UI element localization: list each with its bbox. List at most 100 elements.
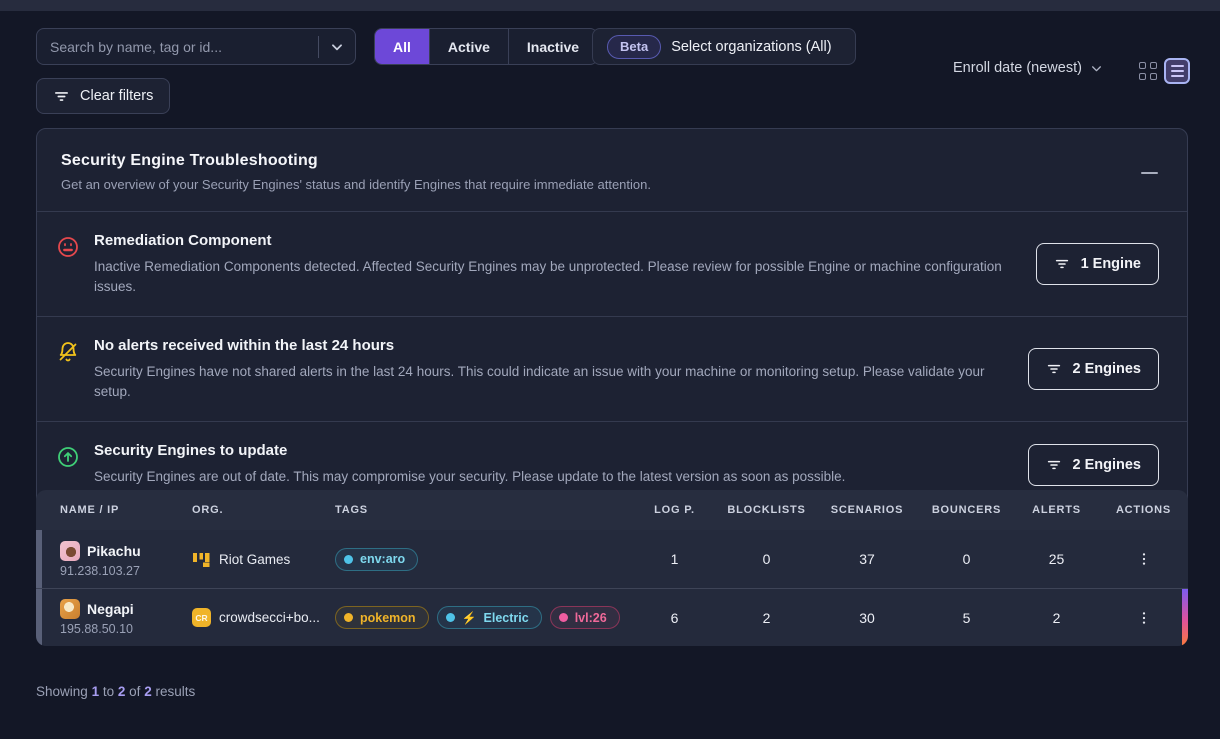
col-org: ORG. bbox=[192, 504, 335, 516]
engine-count-label: 2 Engines bbox=[1073, 457, 1142, 473]
search-input[interactable] bbox=[37, 39, 318, 55]
engine-ip: 91.238.103.27 bbox=[60, 564, 192, 578]
row-actions-menu[interactable] bbox=[1099, 551, 1188, 567]
troubleshooting-header: Security Engine Troubleshooting Get an o… bbox=[37, 129, 1187, 211]
col-bouncers: BOUNCERS bbox=[919, 504, 1014, 516]
organizations-selector[interactable]: Beta Select organizations (All) bbox=[592, 28, 856, 65]
summary-text: Showing bbox=[36, 684, 88, 699]
minus-icon bbox=[1141, 172, 1158, 175]
filter-icon bbox=[1054, 256, 1070, 272]
col-scenarios: SCENARIOS bbox=[815, 504, 919, 516]
col-name-ip: NAME / IP bbox=[60, 504, 192, 516]
org-name: crowdsecci+bo... bbox=[219, 610, 320, 625]
row-actions-menu[interactable] bbox=[1099, 610, 1188, 626]
col-alerts: ALERTS bbox=[1014, 504, 1099, 516]
bell-off-icon bbox=[56, 340, 80, 364]
org-name: Riot Games bbox=[219, 552, 290, 567]
alerts-value: 2 bbox=[1014, 610, 1099, 626]
grid-view-icon[interactable] bbox=[1139, 62, 1157, 80]
tag-dot bbox=[344, 613, 353, 622]
engine-ip: 195.88.50.10 bbox=[60, 622, 192, 636]
kebab-menu-icon bbox=[1136, 610, 1152, 626]
beta-badge: Beta bbox=[607, 35, 661, 59]
arrow-up-circle-icon bbox=[56, 445, 80, 469]
riot-games-logo bbox=[192, 550, 211, 569]
table-row[interactable]: Pikachu 91.238.103.27 Riot Games env:aro… bbox=[36, 530, 1188, 588]
tag-pill: pokemon bbox=[335, 606, 429, 629]
kebab-menu-icon bbox=[1136, 551, 1152, 567]
log-p-value: 6 bbox=[631, 610, 718, 626]
summary-to: 2 bbox=[118, 684, 126, 699]
top-accent-bar bbox=[0, 0, 1220, 11]
clear-filters-label: Clear filters bbox=[80, 88, 153, 104]
sort-label: Enroll date (newest) bbox=[953, 60, 1082, 76]
blocklists-value: 0 bbox=[718, 551, 815, 567]
engines-dashboard: All Active Inactive Beta Select organiza… bbox=[0, 0, 1220, 739]
alert-description: Inactive Remediation Components detected… bbox=[94, 257, 1006, 296]
tab-inactive[interactable]: Inactive bbox=[509, 29, 597, 64]
lightning-bolt-icon: ⚡ bbox=[462, 611, 477, 625]
status-filter-tabs: All Active Inactive bbox=[374, 28, 598, 65]
tag-dot bbox=[344, 555, 353, 564]
engine-count-label: 2 Engines bbox=[1073, 361, 1142, 377]
tag-dot bbox=[446, 613, 455, 622]
org-badge: CR bbox=[192, 608, 211, 627]
panel-title: Security Engine Troubleshooting bbox=[61, 152, 1159, 170]
engine-avatar bbox=[60, 599, 80, 619]
alert-title: Remediation Component bbox=[94, 232, 1006, 249]
summary-from: 1 bbox=[92, 684, 100, 699]
tag-dot bbox=[559, 613, 568, 622]
collapse-panel-button[interactable] bbox=[1141, 166, 1159, 180]
table-row[interactable]: Negapi 195.88.50.10 CR crowdsecci+bo... … bbox=[36, 588, 1188, 646]
blocklists-value: 2 bbox=[718, 610, 815, 626]
tab-active[interactable]: Active bbox=[430, 29, 509, 64]
tag-pill: lvl:26 bbox=[550, 606, 620, 629]
tag-label: Electric bbox=[484, 611, 529, 625]
col-blocklists: BLOCKLISTS bbox=[718, 504, 815, 516]
tag-pill: env:aro bbox=[335, 548, 418, 571]
list-view-icon[interactable] bbox=[1164, 58, 1190, 84]
engine-count-label: 1 Engine bbox=[1081, 256, 1141, 272]
troubleshooting-panel: Security Engine Troubleshooting Get an o… bbox=[36, 128, 1188, 508]
engine-name: Pikachu bbox=[87, 543, 141, 559]
bouncers-value: 5 bbox=[919, 610, 1014, 626]
log-p-value: 1 bbox=[631, 551, 718, 567]
filter-icon bbox=[1046, 361, 1062, 377]
col-log-p: LOG P. bbox=[631, 504, 718, 516]
engine-name: Negapi bbox=[87, 601, 134, 617]
summary-text: of bbox=[129, 684, 140, 699]
col-actions: ACTIONS bbox=[1099, 504, 1188, 516]
chevron-down-icon bbox=[330, 40, 344, 54]
summary-total: 2 bbox=[144, 684, 152, 699]
alert-title: No alerts received within the last 24 ho… bbox=[94, 337, 1006, 354]
col-tags: TAGS bbox=[335, 504, 631, 516]
sort-dropdown[interactable]: Enroll date (newest) bbox=[953, 60, 1103, 76]
tag-label: lvl:26 bbox=[575, 611, 607, 625]
panel-subtitle: Get an overview of your Security Engines… bbox=[61, 177, 1159, 192]
table-header: NAME / IP ORG. TAGS LOG P. BLOCKLISTS SC… bbox=[36, 490, 1188, 530]
alert-description: Security Engines have not shared alerts … bbox=[94, 362, 1006, 401]
clear-filters-button[interactable]: Clear filters bbox=[36, 78, 170, 114]
scenarios-value: 30 bbox=[815, 610, 919, 626]
summary-text: to bbox=[103, 684, 114, 699]
tag-label: pokemon bbox=[360, 611, 416, 625]
alert-title: Security Engines to update bbox=[94, 442, 1006, 459]
engines-table: NAME / IP ORG. TAGS LOG P. BLOCKLISTS SC… bbox=[36, 490, 1188, 646]
filter-icon bbox=[53, 88, 70, 105]
bouncers-value: 0 bbox=[919, 551, 1014, 567]
alert-remediation-component: Remediation Component Inactive Remediati… bbox=[37, 211, 1187, 316]
search-box bbox=[36, 28, 356, 65]
tab-all[interactable]: All bbox=[375, 29, 430, 64]
filter-engines-button[interactable]: 1 Engine bbox=[1036, 243, 1159, 285]
organizations-selector-label: Select organizations (All) bbox=[671, 39, 831, 55]
tag-label: env:aro bbox=[360, 552, 405, 566]
sad-face-icon bbox=[56, 235, 80, 259]
search-options-button[interactable] bbox=[319, 40, 355, 54]
alert-no-alerts-24h: No alerts received within the last 24 ho… bbox=[37, 316, 1187, 421]
scenarios-value: 37 bbox=[815, 551, 919, 567]
alerts-value: 25 bbox=[1014, 551, 1099, 567]
results-summary: Showing 1 to 2 of 2 results bbox=[36, 684, 195, 699]
filter-engines-button[interactable]: 2 Engines bbox=[1028, 444, 1160, 486]
tag-pill: ⚡ Electric bbox=[437, 606, 542, 629]
filter-engines-button[interactable]: 2 Engines bbox=[1028, 348, 1160, 390]
